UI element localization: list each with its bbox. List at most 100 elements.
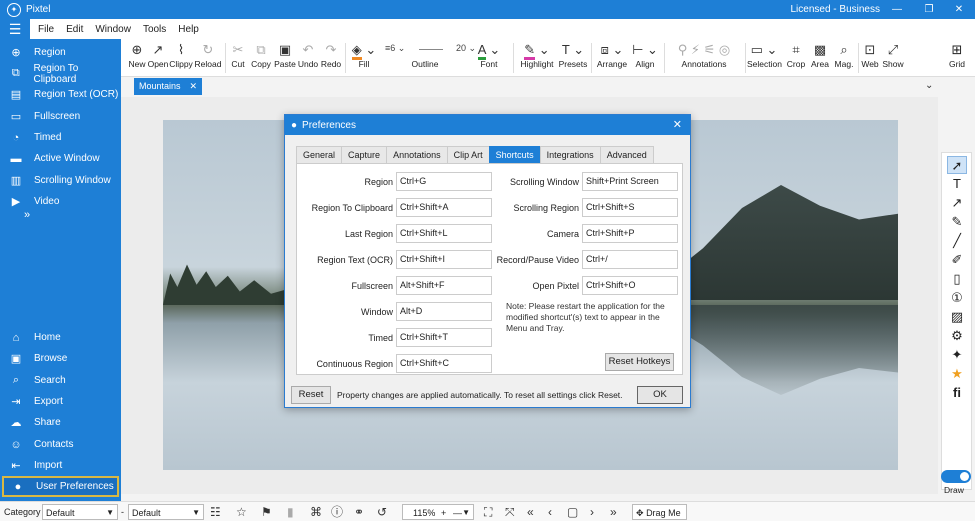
tab-annotations[interactable]: Annotations [386,146,448,163]
undo-button[interactable]: ↶ Undo [297,41,319,69]
ok-button[interactable]: OK [637,386,683,404]
reset-hotkeys-button[interactable]: Reset Hotkeys [605,353,674,371]
tag-icon[interactable]: ⌘ [310,504,322,520]
copy-button[interactable]: ⧉ Copy [250,41,272,69]
tabs-dropdown-icon[interactable]: ⌄ [925,80,933,91]
outline-style-dropdown[interactable] [419,49,443,50]
new-button[interactable]: ⊕ New [125,41,149,69]
secondary-select[interactable]: Default ▼ [128,504,204,520]
outline-size-dropdown[interactable]: ≡6 ⌄ [385,43,405,57]
link-icon[interactable]: ⚭ [354,504,364,520]
draw-toggle[interactable] [941,470,971,483]
grid-button[interactable]: ⊞ Grid [940,41,974,69]
sidebar-item-import[interactable]: ⇤ Import [0,455,121,476]
shortcut-field-last-region[interactable]: Ctrl+Shift+L [396,224,492,243]
dialog-close-icon[interactable]: ✕ [673,118,682,131]
cut-button[interactable]: ✂ Cut [229,41,247,69]
star-tool-icon[interactable]: ★ [947,365,967,383]
sidebar-item-active-window[interactable]: ▬ Active Window [0,148,121,169]
menu-edit[interactable]: Edit [60,24,89,35]
stamp-tool-icon[interactable]: ⚙ [947,327,967,345]
arrow-tool-icon[interactable]: ↗ [947,194,967,212]
maximize-button[interactable]: ❐ [915,0,943,19]
shortcut-field-fullscreen[interactable]: Alt+Shift+F [396,276,492,295]
shortcut-field-open-pixtel[interactable]: Ctrl+Shift+O [582,276,678,295]
presets-button[interactable]: T ⌄ Presets [558,41,588,69]
shortcut-field-continuous-region[interactable]: Ctrl+Shift+C [396,354,492,373]
open-button[interactable]: ↗ Open [147,41,169,69]
area-button[interactable]: ▩ Area [809,41,831,69]
close-tab-icon[interactable]: ✕ [189,78,197,95]
image-tool-icon[interactable]: ▨ [947,308,967,326]
more-capture-icon[interactable]: » [24,209,30,221]
sidebar-item-fullscreen[interactable]: ▭ Fullscreen [0,106,121,127]
arrange-button[interactable]: ⧈ ⌄ Arrange [595,41,629,69]
sidebar-item-video[interactable]: ▶ Video [0,191,121,212]
web-button[interactable]: ⊡ Web [859,41,881,69]
drag-me-button[interactable]: ✥ Drag Me [632,504,687,520]
sidebar-item-region-to-clipboard[interactable]: ⧉ Region To Clipboard [0,63,121,85]
tab-integrations[interactable]: Integrations [539,146,601,163]
page-view-icon[interactable]: ▢ [567,504,578,520]
actual-size-icon[interactable]: ⤧ [505,504,515,520]
annotations-group[interactable]: ⚲ ⚡ ⚟ ◎ Annotations [666,41,742,69]
last-image-icon[interactable]: » [610,504,617,520]
tab-capture[interactable]: Capture [341,146,388,163]
zoom-out-icon[interactable]: — [453,505,462,521]
minimize-button[interactable]: — [883,0,911,19]
first-image-icon[interactable]: « [527,504,534,520]
sidebar-item-scrolling-window[interactable]: ▥ Scrolling Window [0,170,121,191]
tab-clip-art[interactable]: Clip Art [446,146,490,163]
shortcut-field-timed[interactable]: Ctrl+Shift+T [396,328,492,347]
history-icon[interactable]: ↺ [377,504,387,520]
sidebar-item-search[interactable]: ⌕ Search [0,370,121,391]
sidebar-item-home[interactable]: ⌂ Home [0,327,121,348]
menu-window[interactable]: Window [89,24,137,35]
sidebar-item-share[interactable]: ☁ Share [0,412,121,433]
hamburger-menu-icon[interactable]: ☰ [0,19,30,39]
sparkle-tool-icon[interactable]: ✦ [947,346,967,364]
pointer-tool-icon[interactable]: ➚ [947,156,967,174]
shortcut-field-record-pause-video[interactable]: Ctrl+/ [582,250,678,269]
bookmark-icon[interactable]: ▮ [287,504,294,520]
sidebar-item-user-preferences[interactable]: ● User Preferences [2,476,119,497]
sidebar-item-contacts[interactable]: ☺ Contacts [0,434,121,455]
fit-screen-icon[interactable]: ⛶ [484,504,492,520]
sidebar-item-export[interactable]: ⇥ Export [0,391,121,412]
tab-advanced[interactable]: Advanced [599,146,654,163]
selection-button[interactable]: ▭ ⌄ Selection [747,41,782,69]
star-icon[interactable]: ☆ [236,504,247,520]
menu-tools[interactable]: Tools [137,24,172,35]
redo-button[interactable]: ↷ Redo [320,41,342,69]
previous-image-icon[interactable]: ‹ [548,504,552,520]
zoom-in-icon[interactable]: + [441,505,446,521]
note-tool-icon[interactable]: ▯ [947,270,967,288]
sidebar-item-timed[interactable]: ◔ Timed [0,127,121,148]
align-button[interactable]: ⊢ ⌄ Align [629,41,661,69]
reset-button[interactable]: Reset [291,386,331,404]
tab-general[interactable]: General [296,146,343,163]
font-color-button[interactable]: A ⌄ Font [472,41,506,69]
tag-list-icon[interactable]: ☷ [210,504,221,520]
tab-mountains[interactable]: Mountains ✕ [134,78,202,95]
shortcut-field-region-to-clipboard[interactable]: Ctrl+Shift+A [396,198,492,217]
category-select[interactable]: Default ▼ [42,504,118,520]
zoom-control[interactable]: 115% + — ▼ [402,504,474,520]
show-button[interactable]: ⤢ Show [881,41,905,69]
shortcut-field-camera[interactable]: Ctrl+Shift+P [582,224,678,243]
step-tool-icon[interactable]: ① [947,289,967,307]
sidebar-item-region[interactable]: ⊕ Region [0,42,121,63]
fi-tool-icon[interactable]: fi [947,384,967,402]
highlight-button[interactable]: ✎ ⌄ Highlight [517,41,557,69]
shortcut-field-region[interactable]: Ctrl+G [396,172,492,191]
pen-tool-icon[interactable]: ✎ [947,213,967,231]
reload-button[interactable]: ↻ Reload [194,41,222,69]
shortcut-field-scrolling-region[interactable]: Ctrl+Shift+S [582,198,678,217]
menu-help[interactable]: Help [172,24,205,35]
shortcut-field-window[interactable]: Alt+D [396,302,492,321]
sidebar-item-region-text-ocr[interactable]: ▤ Region Text (OCR) [0,84,121,105]
next-image-icon[interactable]: › [590,504,594,520]
flag-icon[interactable]: ⚑ [261,504,272,520]
info-icon[interactable]: ⓘ [331,504,343,520]
marker-tool-icon[interactable]: ✐ [947,251,967,269]
